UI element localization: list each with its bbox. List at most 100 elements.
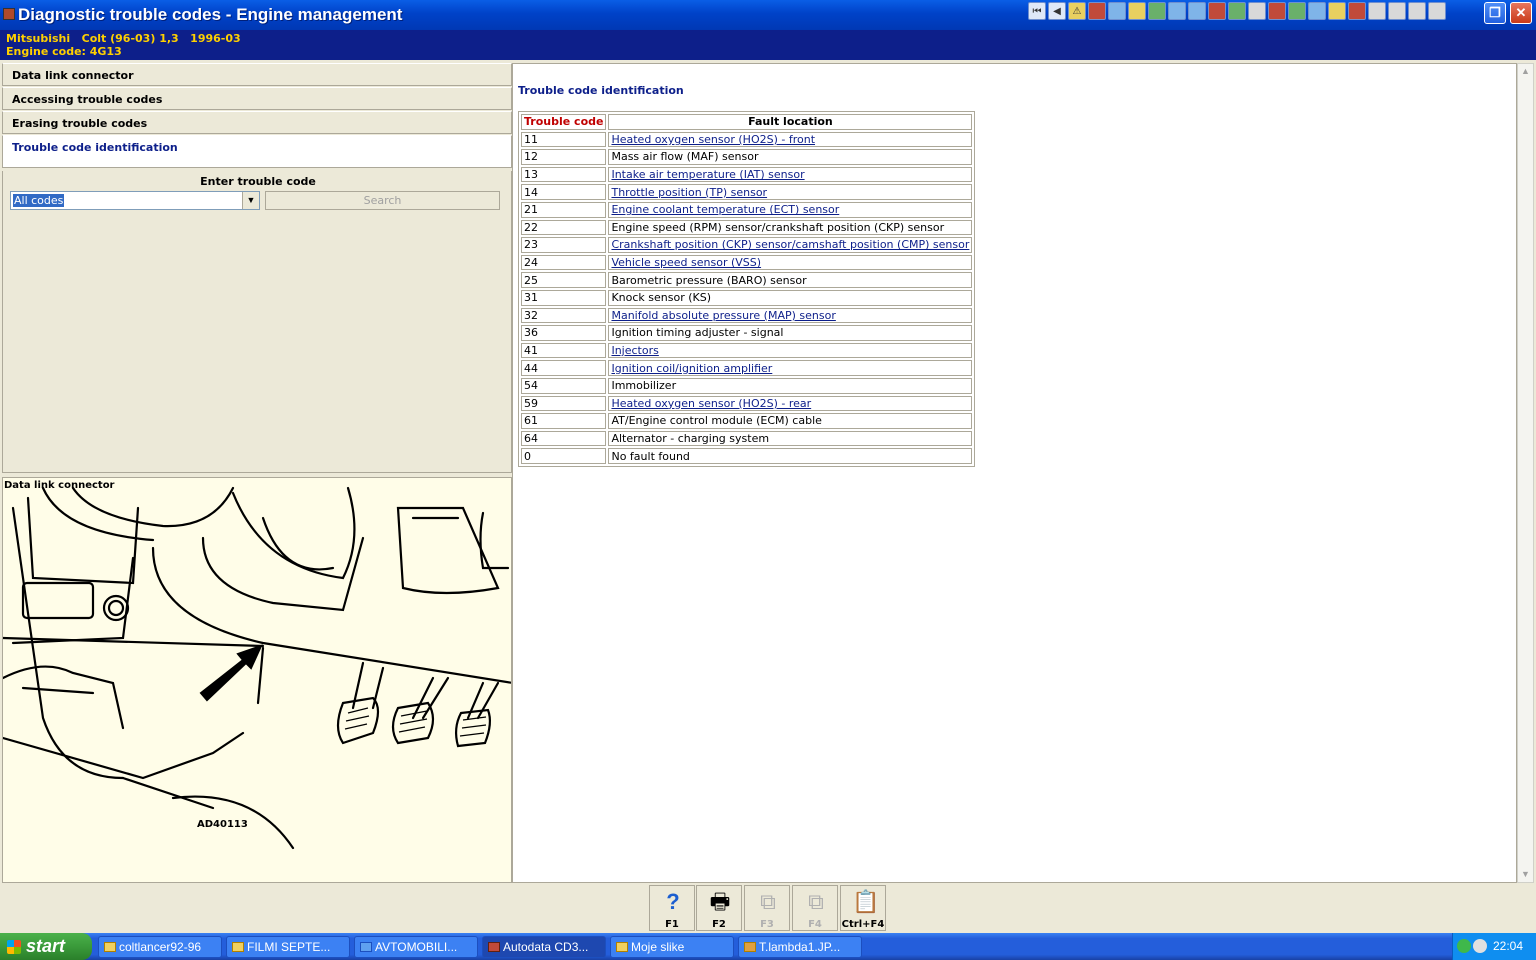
battery-icon[interactable] <box>1268 2 1286 20</box>
fault-location-cell: Ignition coil/ignition amplifier <box>608 360 973 376</box>
task-filmi[interactable]: FILMI SEPTE... <box>226 936 350 958</box>
f2-print-button[interactable]: 🖶 F2 <box>696 885 742 931</box>
scroll-down-icon[interactable]: ▼ <box>1518 867 1533 882</box>
table-row: 25 Barometric pressure (BARO) sensor <box>521 272 973 288</box>
table-row: 0 No fault found <box>521 448 973 464</box>
list-icon[interactable] <box>1288 2 1306 20</box>
task-coltlancer[interactable]: coltlancer92-96 <box>98 936 222 958</box>
warning-icon[interactable]: ⚠ <box>1068 2 1086 20</box>
table-header-row: Trouble code Fault location <box>521 114 973 130</box>
folder-icon <box>616 942 628 952</box>
browser-icon <box>360 942 372 952</box>
start-button[interactable]: start <box>0 933 92 960</box>
wrench-icon[interactable] <box>1248 2 1266 20</box>
task-autodata[interactable]: Autodata CD3... <box>482 936 606 958</box>
engine-code: Engine code: 4G13 <box>6 45 122 58</box>
fault-location-link[interactable]: Injectors <box>611 344 658 357</box>
chevron-down-icon[interactable]: ▼ <box>242 192 259 209</box>
fault-location-cell: AT/Engine control module (ECM) cable <box>608 413 973 429</box>
fault-location-cell: Engine speed (RPM) sensor/crankshaft pos… <box>608 219 973 236</box>
nav-trouble-code-identification[interactable]: Trouble code identification <box>2 135 512 168</box>
content-panel: Trouble code identification Trouble code… <box>512 63 1517 883</box>
brake-icon[interactable] <box>1348 2 1366 20</box>
ctrl-f4-notes-button[interactable]: 📋 Ctrl+F4 <box>840 885 886 931</box>
fault-location-link[interactable]: Vehicle speed sensor (VSS) <box>611 256 761 269</box>
system-tray: 22:04 <box>1452 933 1536 960</box>
alert-icon[interactable] <box>1388 2 1406 20</box>
taskbar: start coltlancer92-96 FILMI SEPTE... AVT… <box>0 933 1536 960</box>
table-row: 24 Vehicle speed sensor (VSS) <box>521 254 973 271</box>
trouble-code-cell: 44 <box>521 360 607 376</box>
airbag-icon[interactable] <box>1368 2 1386 20</box>
trouble-code-cell: 0 <box>521 448 607 464</box>
car-icon[interactable] <box>1228 2 1246 20</box>
nav-data-link-connector[interactable]: Data link connector <box>2 63 512 86</box>
engine-icon[interactable] <box>1128 2 1146 20</box>
app-icon <box>3 8 15 20</box>
task-avtomobili[interactable]: AVTOMOBILI... <box>354 936 478 958</box>
trouble-code-cell: 64 <box>521 430 607 447</box>
fault-location-link[interactable]: Heated oxygen sensor (HO2S) - rear <box>611 397 811 410</box>
fault-location-link[interactable]: Crankshaft position (CKP) sensor/camshaf… <box>611 238 969 251</box>
trouble-code-cell: 54 <box>521 377 607 394</box>
function-bar: ? F1 🖶 F2 ⧉ F3 ⧉ F4 📋 Ctrl+F4 <box>0 883 1536 933</box>
trouble-code-cell: 32 <box>521 307 607 324</box>
tyre-icon[interactable] <box>1408 2 1426 20</box>
trouble-code-cell: 13 <box>521 166 607 183</box>
fault-location-link[interactable]: Throttle position (TP) sensor <box>611 186 767 199</box>
table-row: 23 Crankshaft position (CKP) sensor/camsh… <box>521 237 973 253</box>
fault-location-cell: Knock sensor (KS) <box>608 289 973 306</box>
search-button[interactable]: Search <box>265 191 500 210</box>
table-row: 13 Intake air temperature (IAT) sensor <box>521 166 973 183</box>
table-row: 11 Heated oxygen sensor (HO2S) - front <box>521 131 973 148</box>
nav-erasing-trouble-codes[interactable]: Erasing trouble codes <box>2 111 512 134</box>
task-moje-slike[interactable]: Moje slike <box>610 936 734 958</box>
table-row: 64 Alternator - charging system <box>521 430 973 447</box>
fault-location-link[interactable]: Intake air temperature (IAT) sensor <box>611 168 804 181</box>
col-fault-location: Fault location <box>608 114 973 130</box>
network-icon[interactable] <box>1457 939 1471 953</box>
wiring-icon[interactable] <box>1308 2 1326 20</box>
tools-icon[interactable] <box>1148 2 1166 20</box>
info-icon[interactable] <box>1428 2 1446 20</box>
service-icon[interactable] <box>1208 2 1226 20</box>
table-row: 22 Engine speed (RPM) sensor/crankshaft p… <box>521 219 973 236</box>
scroll-up-icon[interactable]: ▲ <box>1518 64 1533 79</box>
trouble-code-cell: 61 <box>521 413 607 429</box>
module-icon[interactable] <box>1088 2 1106 20</box>
fault-location-cell: Heated oxygen sensor (HO2S) - rear <box>608 395 973 412</box>
trouble-code-cell: 22 <box>521 219 607 236</box>
close-icon: ✕ <box>1515 5 1527 20</box>
restore-button[interactable]: ❐ <box>1484 2 1506 24</box>
diagram-icon[interactable] <box>1188 2 1206 20</box>
key-icon[interactable] <box>1328 2 1346 20</box>
task-lambda-image[interactable]: T.lambda1.JP... <box>738 936 862 958</box>
chart-icon[interactable] <box>1108 2 1126 20</box>
windows-logo-icon <box>7 940 21 954</box>
fault-location-link[interactable]: Manifold absolute pressure (MAP) sensor <box>611 309 835 322</box>
fault-location-link[interactable]: Engine coolant temperature (ECT) sensor <box>611 203 839 216</box>
autodata-icon <box>488 942 500 952</box>
trouble-code-cell: 41 <box>521 342 607 359</box>
f4-button[interactable]: ⧉ F4 <box>792 885 838 931</box>
code-select[interactable]: All codes ▼ <box>10 191 260 210</box>
first-page-icon[interactable]: ⏮ <box>1028 2 1046 20</box>
fault-location-link[interactable]: Ignition coil/ignition amplifier <box>611 362 772 375</box>
trouble-code-cell: 21 <box>521 201 607 218</box>
f1-help-button[interactable]: ? F1 <box>649 885 695 931</box>
f3-button[interactable]: ⧉ F3 <box>744 885 790 931</box>
fault-location-cell: Ignition timing adjuster - signal <box>608 325 973 341</box>
fault-location-cell: Vehicle speed sensor (VSS) <box>608 254 973 271</box>
gauge-icon[interactable] <box>1168 2 1186 20</box>
fault-location-link[interactable]: Heated oxygen sensor (HO2S) - front <box>611 133 815 146</box>
nav-accessing-trouble-codes[interactable]: Accessing trouble codes <box>2 87 512 110</box>
fault-location-cell: Manifold absolute pressure (MAP) sensor <box>608 307 973 324</box>
print-icon: 🖶 <box>709 889 731 914</box>
content-scrollbar[interactable]: ▲ ▼ <box>1517 63 1534 883</box>
dashboard-illustration <box>3 486 511 850</box>
trouble-code-cell: 23 <box>521 237 607 253</box>
copy-icon: ⧉ <box>808 889 824 914</box>
volume-icon[interactable] <box>1473 939 1487 953</box>
back-icon[interactable]: ◀ <box>1048 2 1066 20</box>
close-button[interactable]: ✕ <box>1510 2 1532 24</box>
